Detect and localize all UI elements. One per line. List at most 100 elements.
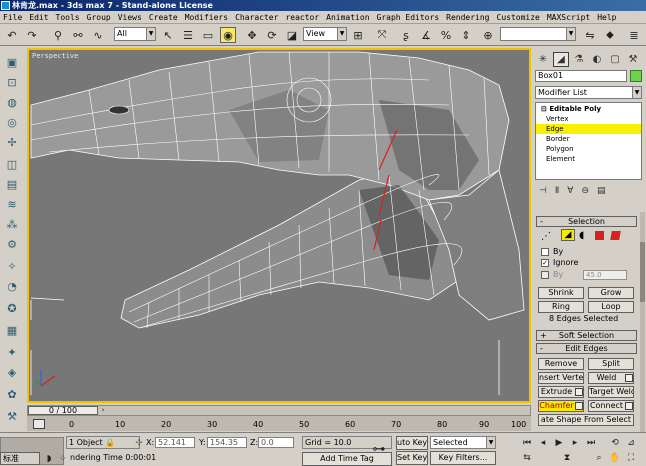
object-color-swatch[interactable] (630, 70, 642, 82)
set-key-button[interactable]: Set Key (396, 451, 428, 465)
vertex-level-icon[interactable]: ⋰ (541, 231, 551, 242)
menu-character[interactable]: Character (235, 13, 278, 22)
weld-button[interactable]: Weld (588, 372, 634, 384)
time-slider-thumb[interactable]: 0 / 100 (28, 406, 98, 415)
chamfer-button[interactable]: Chamfer (538, 400, 584, 412)
spinner-snap-icon[interactable]: ⇕ (458, 27, 474, 43)
cloth-icon[interactable]: ✿ (4, 387, 20, 401)
stack-item-polygon[interactable]: Polygon (536, 144, 641, 154)
menu-modifiers[interactable]: Modifiers (185, 13, 228, 22)
key-filters-button[interactable]: Key Filters... (430, 451, 496, 465)
soft-selection-rollout-header[interactable]: + Soft Selection (536, 330, 637, 341)
z-coord-field[interactable]: 0.0 (258, 437, 294, 448)
chamfer-settings-icon[interactable] (575, 402, 583, 410)
menu-customize[interactable]: Customize (497, 13, 540, 22)
undo-icon[interactable]: ↶ (4, 27, 20, 43)
motion-tab-icon[interactable]: ◐ (589, 52, 605, 67)
reactor-icon[interactable]: ✦ (4, 345, 20, 359)
go-to-end-icon[interactable]: ⏭ (584, 437, 598, 449)
next-frame-icon[interactable]: ▸ (568, 437, 582, 449)
ring-button[interactable]: Ring (538, 301, 584, 313)
cylinder-icon[interactable]: ⊡ (4, 75, 20, 89)
named-selection-dropdown[interactable]: ▼ (500, 27, 576, 41)
next-frame-icon[interactable]: › (99, 406, 107, 415)
helper-icon[interactable]: ✢ (4, 135, 20, 149)
time-config-icon[interactable]: ⧗ (560, 452, 574, 464)
menu-rendering[interactable]: Rendering (446, 13, 489, 22)
systems-icon[interactable]: ▦ (4, 323, 20, 337)
pin-stack-icon[interactable]: ⊣ (539, 186, 547, 200)
time-slider[interactable]: 0 / 100 › (27, 405, 531, 416)
selection-region-icon[interactable]: ▭ (200, 27, 216, 43)
select-object-icon[interactable]: ↖ (160, 27, 176, 43)
box-icon[interactable]: ▣ (4, 55, 20, 69)
particles-icon[interactable]: ⁂ (4, 217, 20, 231)
camera-icon[interactable]: ◔ (4, 279, 20, 293)
menu-graph-editors[interactable]: Graph Editors (377, 13, 440, 22)
track-bar[interactable]: 0 10 20 30 40 50 60 70 80 90 100 (27, 416, 531, 431)
weld-settings-icon[interactable] (625, 374, 633, 382)
remove-modifier-icon[interactable]: ⊖ (581, 186, 589, 200)
select-link-icon[interactable]: ⚲ (50, 27, 66, 43)
input-method-indicator[interactable]: 标准 (0, 452, 40, 465)
edge-level-icon[interactable]: ◢ (561, 229, 575, 241)
polygon-level-icon[interactable] (595, 231, 604, 240)
command-panel-scrollbar[interactable] (640, 212, 645, 432)
extrude-settings-icon[interactable] (575, 388, 583, 396)
menu-help[interactable]: Help (597, 13, 616, 22)
insert-vertex-button[interactable]: nsert Verte (538, 372, 584, 384)
percent-snap-icon[interactable]: % (438, 27, 454, 43)
stack-item-vertex[interactable]: Vertex (536, 114, 641, 124)
fullwidth-icon[interactable]: ◗ (42, 453, 56, 465)
grow-button[interactable]: Grow (588, 287, 634, 299)
shapes-icon[interactable]: ◫ (4, 157, 20, 171)
by-angle-checkbox[interactable] (541, 271, 549, 279)
menu-create[interactable]: Create (149, 13, 178, 22)
sphere-icon[interactable]: ◍ (4, 95, 20, 109)
scrollbar-thumb[interactable] (640, 242, 645, 302)
bind-space-warp-icon[interactable]: ∿ (90, 27, 106, 43)
menu-file[interactable]: File (3, 13, 22, 22)
hierarchy-tab-icon[interactable]: ⚗ (571, 52, 587, 67)
plane-icon[interactable]: ▤ (4, 177, 20, 191)
set-key-icon[interactable]: ⊶ (372, 443, 386, 456)
connect-button[interactable]: Connect (588, 400, 634, 412)
absolute-mode-icon[interactable]: ⊹ (132, 437, 146, 449)
selection-rollout-header[interactable]: - Selection (536, 216, 637, 227)
stack-item-border[interactable]: Border (536, 134, 641, 144)
stack-item-edge[interactable]: Edge (536, 124, 641, 134)
menu-maxscript[interactable]: MAXScript (547, 13, 590, 22)
menu-group[interactable]: Group (87, 13, 111, 22)
pan-icon[interactable]: ✋ (608, 452, 622, 464)
x-coord-field[interactable]: 52.141 (155, 437, 195, 448)
menu-tools[interactable]: Tools (56, 13, 80, 22)
mirror-icon[interactable]: ⇋ (582, 27, 598, 43)
by-vertex-checkbox[interactable] (541, 248, 549, 256)
shrink-button[interactable]: Shrink (538, 287, 584, 299)
create-shape-button[interactable]: ate Shape From Select (538, 414, 634, 426)
bones-icon[interactable]: ⚙ (4, 237, 20, 251)
extrude-button[interactable]: Extrude (538, 386, 584, 398)
edit-named-selection-icon[interactable]: ⊕ (480, 27, 496, 43)
selection-filter-dropdown[interactable]: All ▼ (114, 27, 156, 41)
perspective-viewport[interactable]: Perspective (27, 48, 531, 403)
menu-animation[interactable]: Animation (326, 13, 369, 22)
utilities-tab-icon[interactable]: ⚒ (625, 52, 641, 67)
zoom-icon[interactable]: ⌕ (592, 452, 606, 464)
configure-sets-icon[interactable]: ▤ (597, 186, 606, 200)
trackbar-icon[interactable] (33, 419, 45, 429)
key-mode-dropdown[interactable]: Selected ▼ (430, 436, 496, 449)
select-by-name-icon[interactable]: ☰ (180, 27, 196, 43)
go-to-start-icon[interactable]: ⏮ (520, 437, 534, 449)
menu-reactor[interactable]: reactor (285, 13, 319, 22)
lights-icon[interactable]: ✧ (4, 259, 20, 273)
modifier-list-dropdown[interactable]: Modifier List ▼ (535, 86, 642, 99)
connect-settings-icon[interactable] (625, 402, 633, 410)
select-move-icon[interactable]: ✥ (244, 27, 260, 43)
border-level-icon[interactable]: ◖ (579, 230, 584, 241)
orbit-icon[interactable]: ⟲ (608, 437, 622, 449)
remove-button[interactable]: Remove (538, 358, 584, 370)
create-tab-icon[interactable]: ✳ (535, 52, 551, 67)
field-of-view-icon[interactable]: ⊿ (624, 437, 638, 449)
compound-icon[interactable]: ≋ (4, 197, 20, 211)
